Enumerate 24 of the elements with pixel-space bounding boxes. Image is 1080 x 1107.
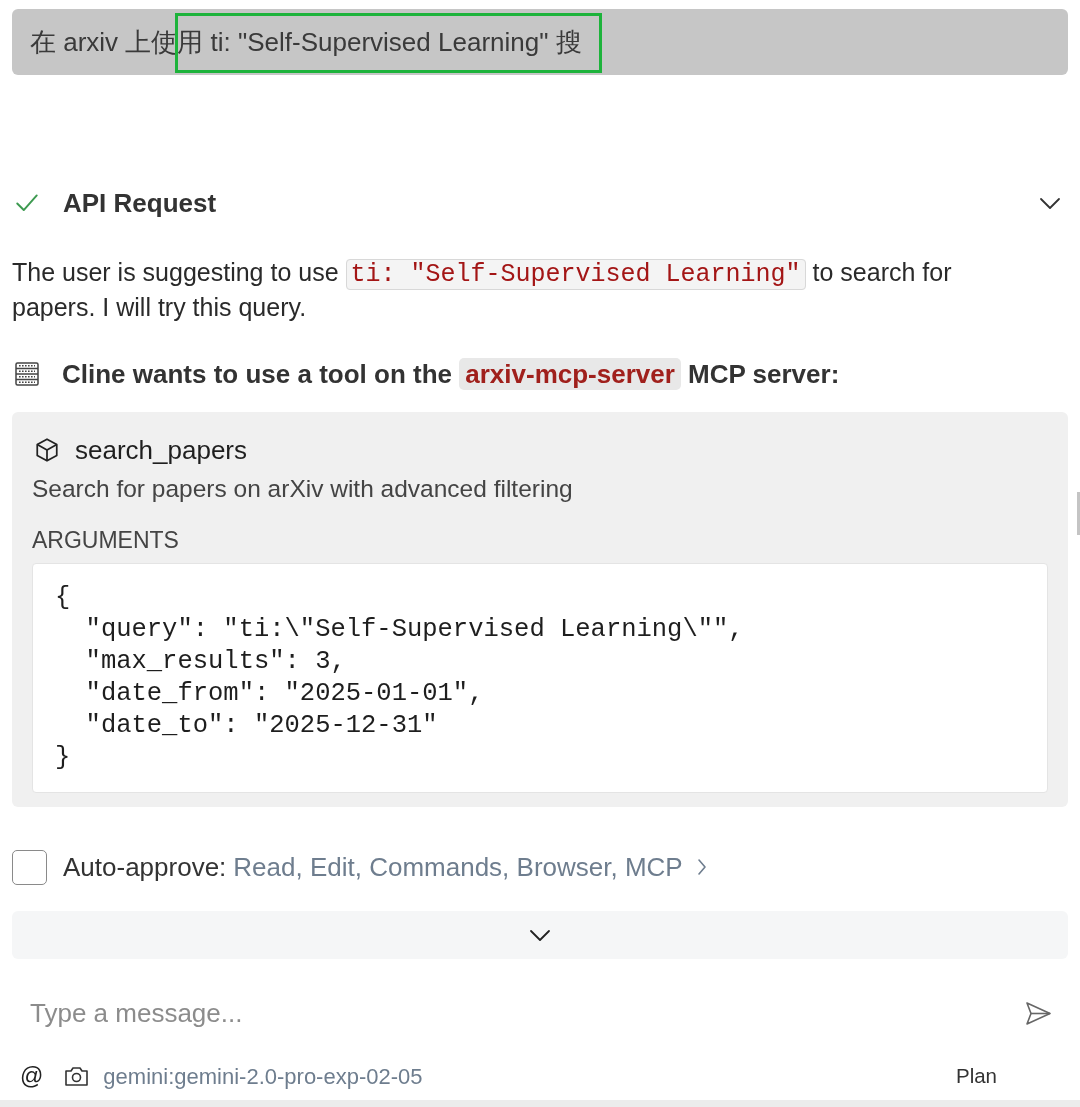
- auto-approve-label: Auto-approve:: [63, 850, 227, 884]
- auto-approve-checkbox[interactable]: [12, 849, 47, 885]
- message-input[interactable]: Type a message...: [12, 991, 1025, 1035]
- mention-button[interactable]: @: [20, 1058, 44, 1094]
- api-request-title: API Request: [63, 186, 217, 220]
- camera-icon[interactable]: [64, 1065, 90, 1087]
- user-message-text: 在 arxiv 上使用 ti: "Self-Supervised Learning" 搜: [30, 25, 582, 59]
- inline-code: ti: "Self-Supervised Learning": [345, 259, 806, 290]
- send-icon[interactable]: [1025, 1000, 1052, 1026]
- chevron-down-icon: [529, 928, 551, 942]
- mode-toggle[interactable]: Plan: [955, 1060, 997, 1092]
- arguments-code: { "query": "ti:\"Self-Supervised Learning\"", "max_results": 3, "date_from": "2025-01-01", "date_to": "2025-12-31" }: [55, 582, 744, 774]
- cube-icon: [34, 437, 60, 463]
- model-selector[interactable]: gemini:gemini-2.0-pro-exp-02-05: [103, 1059, 423, 1093]
- scrollbar-thumb[interactable]: [1077, 492, 1080, 535]
- tool-use-notice: Cline wants to use a tool on the arxiv-mcp-server MCP server:: [62, 356, 840, 392]
- tool-name: search_papers: [75, 433, 247, 467]
- reasoning-text: The user is suggesting to use ti: "Self-Supervised Learning" to search for papers. I will try this query.: [12, 257, 953, 323]
- server-icon: [14, 361, 40, 387]
- chevron-right-icon[interactable]: [696, 858, 707, 876]
- tool-description: Search for papers on arXiv with advanced filtering: [32, 475, 573, 503]
- server-name-code: arxiv-mcp-server: [459, 357, 681, 390]
- arguments-label: ARGUMENTS: [32, 526, 179, 554]
- auto-approve-settings-link[interactable]: Read, Edit, Commands, Browser, MCP: [233, 847, 683, 887]
